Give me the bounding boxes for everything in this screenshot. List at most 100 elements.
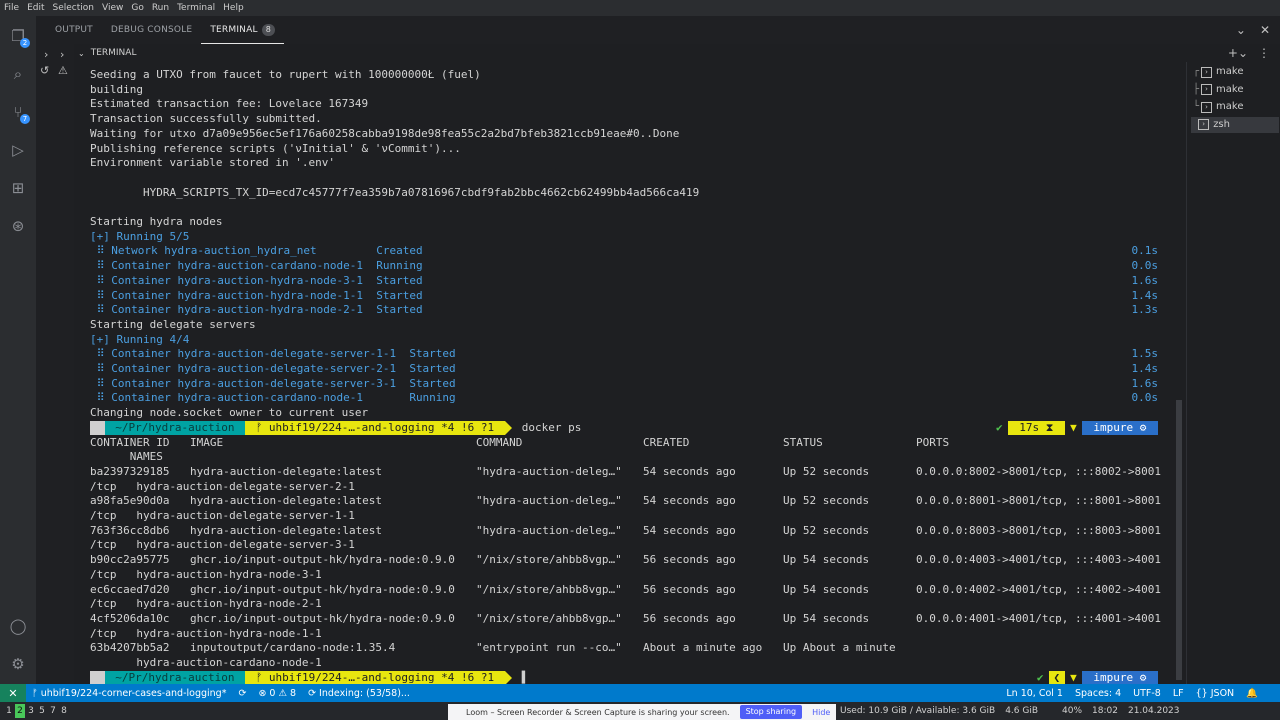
settings-gear-icon[interactable]: ⚙ [8, 654, 28, 674]
problems-status[interactable]: ⊗ 0 ⚠ 8 [252, 688, 302, 699]
ps-names: /tcp hydra-auction-hydra-node-3-1 [90, 567, 322, 581]
stop-sharing-button[interactable]: Stop sharing [739, 705, 803, 719]
ps-status: Up 52 seconds [783, 523, 870, 537]
activity-bar: ❐ 2 ⌕ ⑂ 7 ▷ ⊞ ⊛ ◯ ⚙ [0, 16, 36, 684]
terminal-output[interactable]: Seeding a UTXO from faucet to rupert wit… [74, 62, 1182, 685]
container-status-line: ⠿ Container hydra-auction-cardano-node-1… [90, 391, 456, 405]
terminal-list-item[interactable]: › zsh [1191, 116, 1279, 133]
workspace-8[interactable]: 8 [59, 704, 69, 718]
add-terminal-icon[interactable]: +⌄ [1228, 46, 1248, 60]
terminal-list-item[interactable]: ├ › make [1193, 82, 1244, 98]
terminal-list-item[interactable]: └ › make [1193, 99, 1244, 115]
container-status-line: ⠿ Container hydra-auction-cardano-node-1… [90, 259, 423, 273]
ps-command: "hydra-auction-deleg…" [476, 464, 622, 478]
tab-terminal[interactable]: TERMINAL 8 [201, 16, 284, 44]
arrow-segment: ❮ [1048, 670, 1066, 685]
line-ending[interactable]: LF [1167, 688, 1190, 699]
tab-output[interactable]: OUTPUT [46, 16, 102, 44]
ps-names: /tcp hydra-auction-hydra-node-2-1 [90, 597, 322, 611]
menu-item-run[interactable]: Run [148, 3, 173, 13]
chevron-right-icon[interactable]: › [44, 48, 48, 61]
menu-item-go[interactable]: Go [127, 3, 147, 13]
ps-container-id: ba2397329185 [90, 464, 170, 478]
notifications-bell-icon[interactable]: 🔔 [1240, 688, 1264, 699]
extensions-icon[interactable]: ⊞ [8, 178, 28, 198]
terminal-line: Starting delegate servers [90, 317, 256, 331]
ps-created: 56 seconds ago [643, 611, 736, 625]
prompt-arrow [504, 670, 512, 685]
language-mode[interactable]: {} JSON [1190, 688, 1241, 699]
container-status-line: ⠿ Container hydra-auction-hydra-node-2-1… [90, 303, 423, 317]
history-icon[interactable]: ↺ [40, 64, 49, 77]
sync-icon[interactable]: ⟳ [232, 688, 252, 699]
ps-created: About a minute ago [643, 641, 763, 655]
terminal-list-label: make [1216, 101, 1244, 112]
ps-header-id: CONTAINER ID [90, 435, 170, 449]
terminal-line: building [90, 82, 143, 96]
more-icon[interactable]: ⋮ [1258, 46, 1270, 60]
ps-command: "/nix/store/ahbb8vgp…" [476, 553, 622, 567]
ps-status: Up 54 seconds [783, 582, 870, 596]
account-icon[interactable]: ◯ [8, 616, 28, 636]
ps-header-status: STATUS [783, 435, 823, 449]
ps-image: inputoutput/cardano-node:1.35.4 [190, 641, 396, 655]
menu-item-view[interactable]: View [98, 3, 127, 13]
run-debug-icon[interactable]: ▷ [8, 140, 28, 160]
close-icon[interactable]: ✕ [1260, 23, 1270, 37]
tab-debug-console[interactable]: DEBUG CONSOLE [102, 16, 201, 44]
ps-container-id: 63b4207bb5a2 [90, 641, 170, 655]
ps-image: hydra-auction-delegate:latest [190, 494, 383, 508]
git-graph-icon[interactable]: ⊛ [8, 216, 28, 236]
warning-icon[interactable]: ⚠ [58, 64, 68, 77]
container-status-time: 1.6s [1131, 376, 1159, 390]
indentation[interactable]: Spaces: 4 [1069, 688, 1127, 699]
explorer-icon[interactable]: ❐ 2 [8, 26, 30, 48]
status-check: ✔ [1031, 670, 1049, 685]
arrow-down-segment: ▼ [1065, 670, 1082, 685]
workspace-7[interactable]: 7 [48, 704, 58, 718]
right-prompt: ✔ ❮ ▼ impure ⚙ [1031, 670, 1158, 685]
shell-prompt: ~/Pr/hydra-auction ᚠ uhbif19/224-…-and-l… [90, 670, 529, 685]
source-control-icon[interactable]: ⑂ 7 [8, 102, 30, 124]
status-bar: ✕ ᚠ uhbif19/224-corner-cases-and-logging… [0, 684, 1280, 702]
system-tray: Used: 10.9 GiB / Available: 3.6 GiB 4.6 … [840, 704, 1180, 718]
workspace-1[interactable]: 1 [4, 704, 14, 718]
menu-item-file[interactable]: File [0, 3, 23, 13]
container-status-line: ⠿ Container hydra-auction-hydra-node-3-1… [90, 273, 423, 287]
ps-created: 54 seconds ago [643, 464, 736, 478]
cursor-position[interactable]: Ln 10, Col 1 [1000, 688, 1069, 699]
os-segment [90, 420, 105, 435]
chevron-right-icon[interactable]: › [60, 48, 64, 61]
ps-container-id: b90cc2a95775 [90, 553, 170, 567]
terminal-icon: › [1201, 101, 1213, 113]
workspace-5[interactable]: 5 [37, 704, 47, 718]
container-status-time: 1.4s [1131, 362, 1159, 375]
chevron-down-icon[interactable]: ⌄ [78, 49, 85, 58]
tree-branch: ├ [1193, 83, 1200, 95]
terminal-scrollbar[interactable] [1176, 400, 1182, 680]
terminal-line: Transaction successfully submitted. [90, 112, 322, 126]
workspace-2[interactable]: 2 [15, 704, 25, 718]
container-status-line: ⠿ Container hydra-auction-hydra-node-1-1… [90, 288, 423, 302]
loom-text: Loom – Screen Recorder & Screen Capture … [466, 707, 730, 717]
chevron-down-icon[interactable]: ⌄ [1236, 23, 1246, 37]
menu-item-terminal[interactable]: Terminal [173, 3, 219, 13]
search-icon[interactable]: ⌕ [8, 64, 28, 84]
container-status-time: 1.6s [1131, 273, 1159, 287]
env-segment: impure ⚙ [1081, 670, 1158, 685]
terminal-list-item[interactable]: ┌ › make [1193, 64, 1244, 80]
ps-names: /tcp hydra-auction-hydra-node-1-1 [90, 626, 322, 640]
cursor: ▌ [521, 671, 529, 685]
terminal-line: Publishing reference scripts ('νInitial'… [90, 141, 461, 155]
disk-usage: Used: 10.9 GiB / Available: 3.6 GiB [840, 706, 996, 716]
hide-button[interactable]: Hide [812, 708, 830, 717]
encoding[interactable]: UTF-8 [1127, 688, 1167, 699]
remote-icon[interactable]: ✕ [0, 684, 26, 702]
menu-item-edit[interactable]: Edit [23, 3, 48, 13]
ps-created: 56 seconds ago [643, 582, 736, 596]
menu-item-selection[interactable]: Selection [49, 3, 98, 13]
menu-item-help[interactable]: Help [219, 3, 248, 13]
ps-header-ports: PORTS [916, 435, 950, 449]
branch-status[interactable]: ᚠ uhbif19/224-corner-cases-and-logging* [26, 688, 232, 699]
workspace-3[interactable]: 3 [26, 704, 36, 718]
